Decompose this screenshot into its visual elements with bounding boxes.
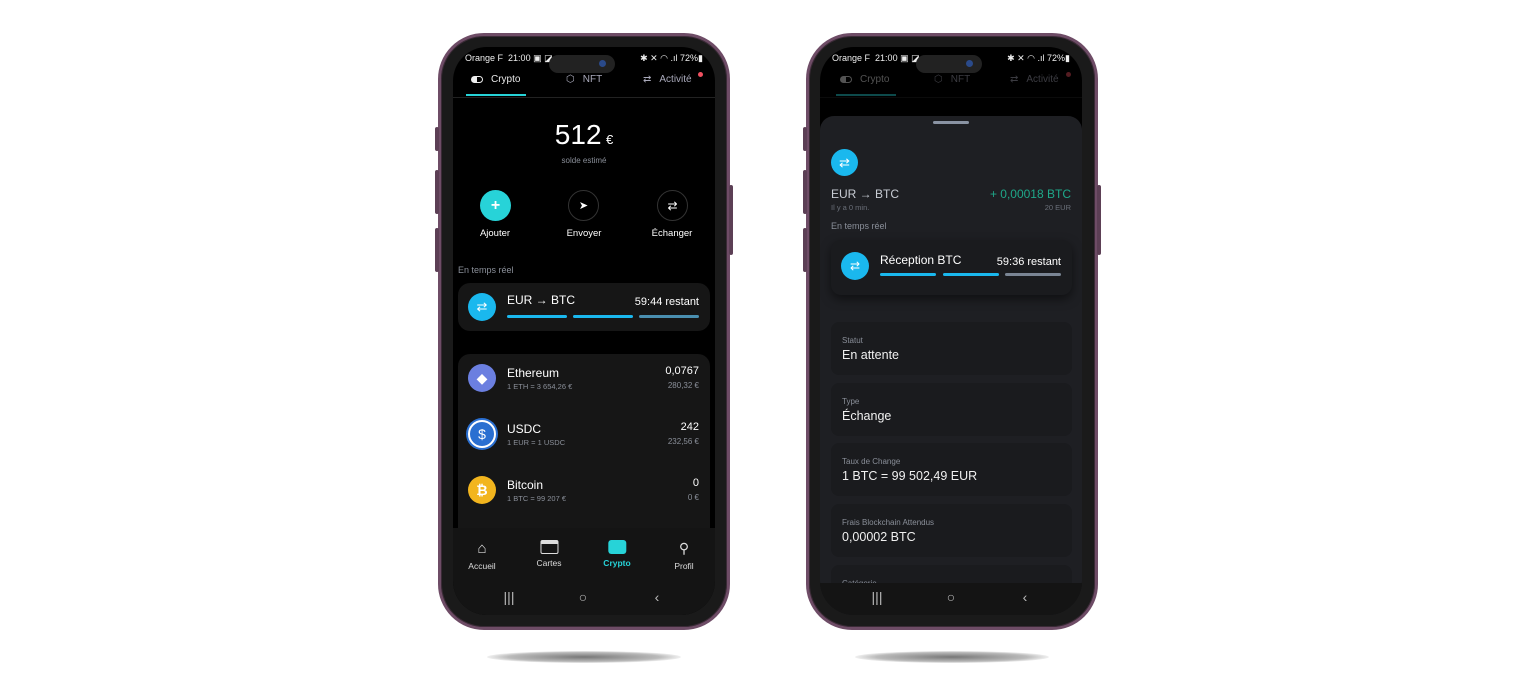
tab-crypto: Crypto (840, 74, 889, 85)
realtime-remaining: 59:44 restant (634, 296, 699, 308)
clock: 21:00 (508, 52, 531, 63)
receive-icon: ⇄ (841, 252, 869, 280)
plus-icon: + (490, 196, 501, 214)
tab-activite: ⇄ Activité (1010, 74, 1059, 85)
tab-crypto[interactable]: Crypto (471, 74, 520, 85)
realtime-heading: En temps réel (458, 265, 514, 275)
home-button-icon[interactable]: ○ (947, 589, 955, 605)
realtime-remaining: 59:36 restant (996, 256, 1061, 268)
asset-row-bitcoin[interactable]: ₿ Bitcoin 1 BTC = 99 207 € 0 0 € (458, 466, 710, 522)
sheet-handle[interactable] (933, 121, 969, 124)
realtime-title: Réception BTC (880, 253, 962, 267)
swap-label: Échanger (651, 228, 693, 239)
toggle-icon (471, 76, 483, 83)
back-icon[interactable]: ‹ (655, 589, 660, 605)
send-button[interactable]: ➤ (568, 190, 599, 221)
tab-nft[interactable]: ⬡ NFT (566, 74, 602, 85)
user-icon: ⚲ (678, 540, 690, 556)
swap-icon: ⇄ (831, 149, 858, 176)
swap-icon: ⇄ (468, 293, 496, 321)
ethereum-icon: ◆ (468, 364, 496, 392)
battery: 72% (680, 52, 699, 63)
card-icon (539, 540, 558, 554)
progress-segment (639, 315, 699, 318)
asset-row-usdc[interactable]: $ USDC 1 EUR = 1 USDC 242 232,56 € (458, 410, 710, 466)
btc-amount: + 0,00018 BTC (989, 187, 1071, 201)
bitcoin-icon: ₿ (468, 476, 496, 504)
top-tabs-dimmed: Crypto ⬡ NFT ⇄ Activité (820, 72, 1082, 98)
carrier: Orange F (465, 52, 504, 63)
progress-segment (507, 315, 567, 318)
progress-segment (943, 273, 999, 276)
asset-list: ◆ Ethereum 1 ETH = 3 654,26 € 0,0767 280… (458, 354, 710, 554)
wallet-icon (607, 540, 626, 554)
phone-shadow (855, 651, 1049, 663)
home-icon: ⌂ (477, 540, 487, 557)
transaction-sheet: ⇄ EUR → BTC Il y a 0 min. + 0,00018 BTC … (820, 116, 1082, 615)
realtime-card[interactable]: ⇄ Réception BTC 59:36 restant (831, 240, 1072, 295)
side-button (803, 170, 807, 214)
swap-arrows-icon: ⇄ (643, 74, 652, 85)
hexagon-icon: ⬡ (566, 74, 575, 85)
back-icon[interactable]: ‹ (1023, 589, 1028, 605)
bottom-nav: ⌂ Accueil Cartes Crypto ⚲ Profil (453, 528, 715, 585)
swap-arrows-icon: ⇄ (1010, 74, 1019, 85)
progress-segment (573, 315, 633, 318)
phone-shadow (487, 651, 681, 663)
recents-icon[interactable]: ||| (504, 589, 515, 605)
top-tabs: Crypto ⬡ NFT ⇄ Activité (453, 72, 715, 98)
tab-activite[interactable]: ⇄ Activité (643, 74, 692, 85)
usdc-icon: $ (468, 420, 496, 448)
swap-icon: ⇄ (667, 198, 678, 213)
side-button (435, 127, 439, 151)
balance-currency: € (605, 132, 614, 147)
hexagon-icon: ⬡ (934, 74, 943, 85)
realtime-title: EUR → BTC (507, 293, 576, 307)
camera-cutout (916, 55, 982, 73)
time-ago: Il y a 0 min. (831, 203, 870, 212)
progress-segment (880, 273, 936, 276)
nav-crypto[interactable]: Crypto (603, 540, 631, 568)
detail-taux: Taux de Change 1 BTC = 99 502,49 EUR (831, 443, 1072, 496)
system-nav: ||| ○ ‹ (453, 583, 715, 615)
realtime-heading: En temps réel (831, 221, 887, 231)
wallet-screen: Orange F 21:00 ▣ ◪ ✱ ✕ ◠ .ıl 72%▮ Crypto… (453, 47, 715, 615)
nav-accueil[interactable]: ⌂ Accueil (468, 540, 495, 571)
add-label: Ajouter (479, 228, 511, 239)
side-button (435, 228, 439, 272)
tab-underline (466, 94, 526, 96)
send-icon: ➤ (578, 200, 589, 212)
nav-cartes[interactable]: Cartes (536, 540, 562, 568)
send-label: Envoyer (566, 228, 602, 239)
system-nav: ||| ○ ‹ (820, 583, 1082, 615)
recents-icon[interactable]: ||| (872, 589, 883, 605)
realtime-card[interactable]: ⇄ EUR → BTC 59:44 restant (458, 283, 710, 331)
balance-amount: 512 (554, 119, 602, 150)
home-button-icon[interactable]: ○ (579, 589, 587, 605)
side-button (1097, 185, 1101, 255)
notification-badge (1066, 72, 1071, 77)
detail-type: Type Échange (831, 383, 1072, 436)
tab-underline (836, 94, 896, 96)
eur-amount: 20 EUR (1044, 203, 1071, 212)
balance-caption: solde estimé (561, 156, 607, 165)
side-button (435, 170, 439, 214)
nav-profil[interactable]: ⚲ Profil (674, 540, 693, 571)
balance: 512 € (555, 119, 613, 151)
add-button[interactable]: + (480, 190, 511, 221)
transaction-screen: Orange F 21:00 ▣ ◪ ✱ ✕ ◠ .ıl 72%▮ Crypto… (820, 47, 1082, 615)
tab-nft: ⬡ NFT (934, 74, 971, 85)
asset-row-ethereum[interactable]: ◆ Ethereum 1 ETH = 3 654,26 € 0,0767 280… (458, 354, 710, 410)
detail-statut: Statut En attente (831, 322, 1072, 375)
side-button (803, 228, 807, 272)
progress-segment (1005, 273, 1061, 276)
side-button (729, 185, 733, 255)
detail-frais: Frais Blockchain Attendus 0,00002 BTC (831, 504, 1072, 557)
notification-badge (698, 72, 703, 77)
camera-cutout (549, 55, 615, 73)
swap-button[interactable]: ⇄ (657, 190, 688, 221)
sheet-title: EUR → BTC (831, 187, 900, 201)
toggle-icon (840, 76, 852, 83)
side-button (803, 127, 807, 151)
